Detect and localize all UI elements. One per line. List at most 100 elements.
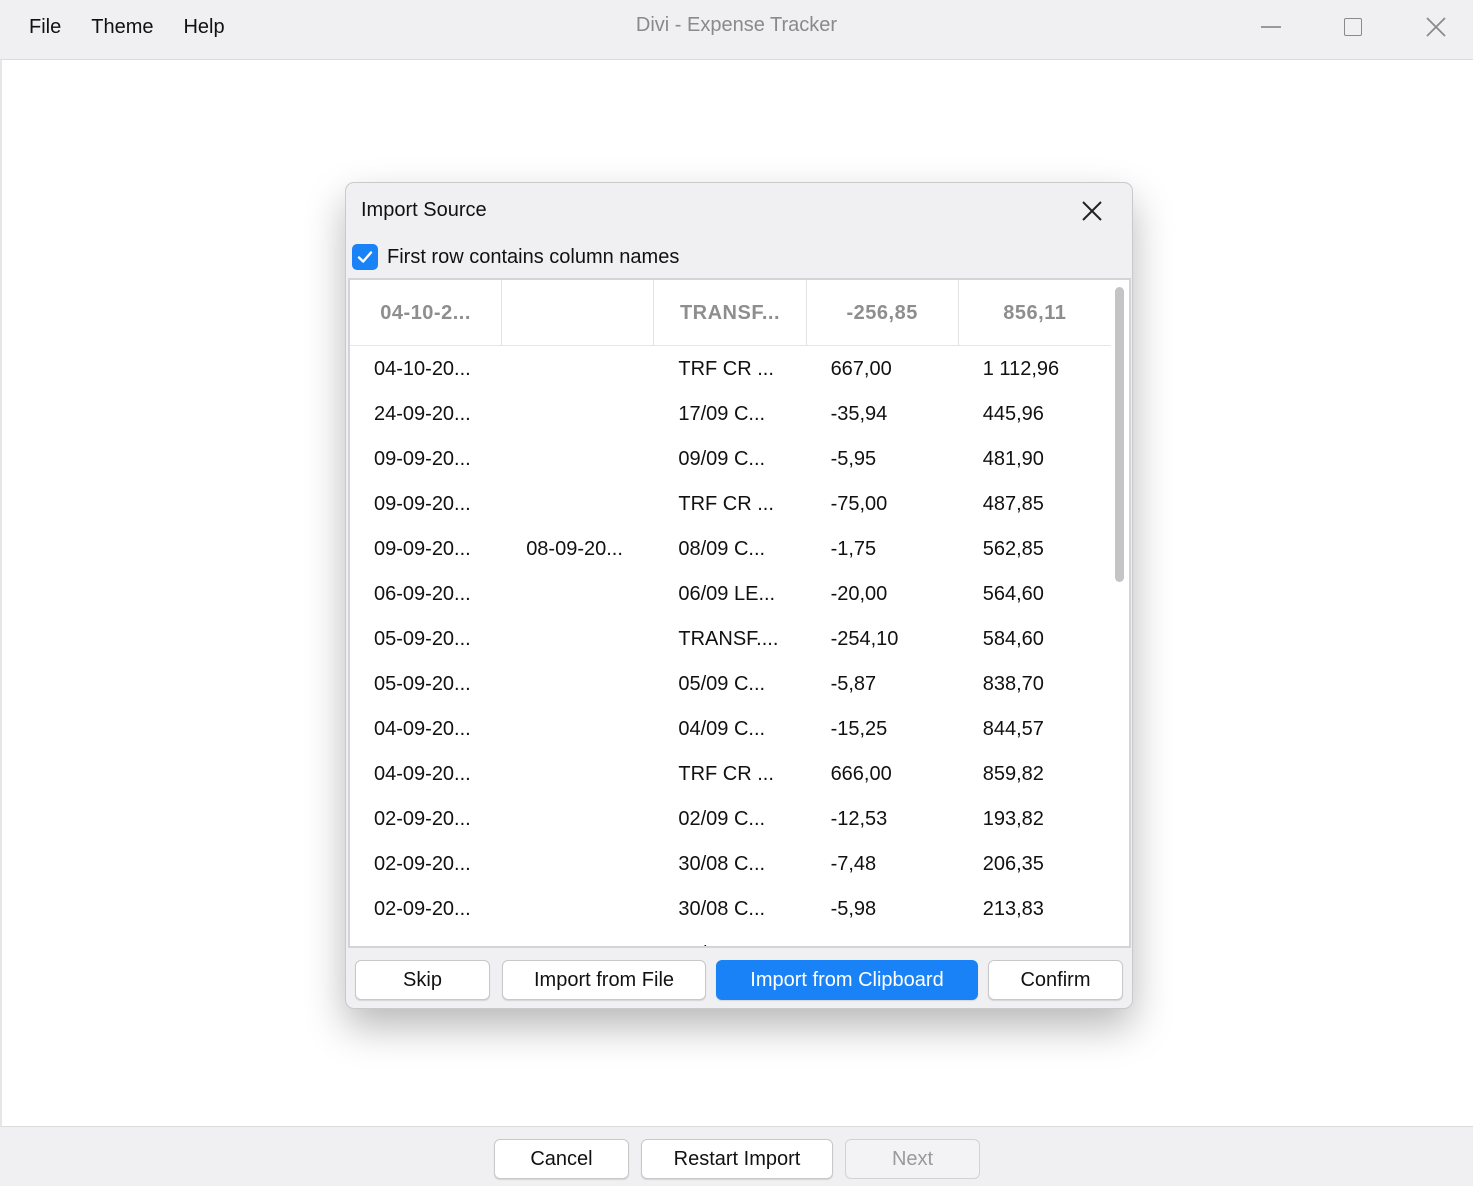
table-row[interactable]: 04-09-20... 04/09 C... -15,25 844,57: [350, 707, 1111, 752]
table-row[interactable]: 04-09-20... TRF CR ... 666,00 859,82: [350, 752, 1111, 797]
table-cell: -35,94: [830, 403, 888, 425]
table-cell: [502, 482, 654, 527]
table-row[interactable]: 02-09-20... 30/08 C... -5,98 213,83: [350, 887, 1111, 932]
menu-theme[interactable]: Theme: [76, 16, 168, 39]
table-cell: -12,53: [830, 808, 888, 830]
maximize-button[interactable]: [1333, 8, 1373, 46]
table-cell: -20,00: [830, 583, 888, 605]
scrollbar-thumb[interactable]: [1115, 287, 1124, 582]
table-cell: 04-10-20...: [374, 358, 471, 380]
table-cell: 05/09 C...: [678, 673, 766, 695]
table-cell: 02-09-20...: [374, 808, 471, 830]
table-body: 04-10-20... TRF CR ... 667,00 1 112,96 24-09…: [350, 347, 1111, 946]
table-cell: 04-09-20...: [374, 718, 471, 740]
table-cell: 666,00: [830, 763, 892, 785]
table-cell: [502, 887, 654, 932]
dialog-title: Import Source: [361, 199, 487, 221]
table-cell: 02-09-20...: [350, 932, 502, 946]
bottom-bar: Cancel Restart Import Next: [0, 1127, 1473, 1186]
table-cell: -1,75: [830, 538, 877, 560]
table-cell: 30/08 C...: [678, 853, 766, 875]
table-cell: 30/08 C...: [654, 932, 806, 946]
column-header[interactable]: TRANSF...: [654, 280, 807, 346]
import-source-dialog: Import Source First row contains column …: [345, 182, 1133, 1009]
table-cell: 584,60: [982, 628, 1044, 650]
minimize-button[interactable]: [1251, 8, 1291, 46]
table-cell: [502, 662, 654, 707]
table-cell: 219,81: [959, 932, 1111, 946]
table-cell: [502, 707, 654, 752]
table-row[interactable]: 09-09-20... 09/09 C... -5,95 481,90: [350, 437, 1111, 482]
cancel-button[interactable]: Cancel: [494, 1139, 629, 1179]
table-row[interactable]: 02-09-20... 02/09 C... -12,53 193,82: [350, 797, 1111, 842]
dialog-close-button[interactable]: [1074, 193, 1110, 229]
app-window: File Theme Help Divi - Expense Tracker I…: [0, 0, 1473, 1186]
table-cell: 09-09-20...: [374, 493, 471, 515]
table-cell: 02/09 C...: [678, 808, 766, 830]
table-cell: TRANSF....: [678, 628, 779, 650]
table-row[interactable]: 09-09-20... 08-09-20... 08/09 C... -1,75 562…: [350, 527, 1111, 572]
table-cell: -15,25: [830, 718, 888, 740]
table-cell: -5,98: [830, 898, 877, 920]
table-cell: 06/09 LE...: [678, 583, 776, 605]
menu-file[interactable]: File: [0, 16, 76, 39]
table-cell: [502, 797, 654, 842]
column-header[interactable]: 04-10-2...: [350, 280, 503, 346]
table-cell: 445,96: [982, 403, 1044, 425]
close-icon: [1082, 201, 1102, 221]
table-cell: 17/09 C...: [678, 403, 766, 425]
table-cell: 859,82: [982, 763, 1044, 785]
confirm-button[interactable]: Confirm: [988, 960, 1123, 1000]
table-cell: -254,10: [830, 628, 899, 650]
table-row[interactable]: 04-10-20... TRF CR ... 667,00 1 112,96: [350, 347, 1111, 392]
column-header[interactable]: 856,11: [959, 280, 1111, 346]
table-cell: 481,90: [982, 448, 1044, 470]
table-cell: 206,35: [982, 853, 1044, 875]
table-cell: 08/09 C...: [678, 538, 766, 560]
table-row[interactable]: 06-09-20... 06/09 LE... -20,00 564,60: [350, 572, 1111, 617]
table-row[interactable]: 05-09-20... 05/09 C... -5,87 838,70: [350, 662, 1111, 707]
table-cell: TRF CR ...: [678, 493, 774, 515]
table-cell: 05-09-20...: [374, 628, 471, 650]
next-button[interactable]: Next: [845, 1139, 980, 1179]
table-cell: -5,87: [830, 673, 877, 695]
first-row-header-option[interactable]: First row contains column names: [352, 243, 679, 271]
table-row[interactable]: 05-09-20... TRANSF.... -254,10 584,60: [350, 617, 1111, 662]
restart-import-button[interactable]: Restart Import: [641, 1139, 833, 1179]
table-cell: 06-09-20...: [374, 583, 471, 605]
close-window-button[interactable]: [1416, 8, 1456, 46]
table-cell: 667,00: [830, 358, 892, 380]
column-header[interactable]: -256,85: [807, 280, 959, 346]
skip-button[interactable]: Skip: [355, 960, 490, 1000]
column-header[interactable]: [502, 280, 655, 346]
table-cell: [502, 842, 654, 887]
menu-bar: File Theme Help: [0, 0, 240, 54]
table-cell: 564,60: [982, 583, 1044, 605]
import-from-clipboard-button[interactable]: Import from Clipboard: [716, 960, 978, 1000]
table-row[interactable]: 09-09-20... TRF CR ... -75,00 487,85: [350, 482, 1111, 527]
table-row[interactable]: 02-09-20... 30/08 C...-6,63219,81: [350, 932, 1111, 946]
table-cell: -75,00: [830, 493, 888, 515]
menu-help[interactable]: Help: [168, 16, 239, 39]
table-row[interactable]: 02-09-20... 30/08 C... -7,48 206,35: [350, 842, 1111, 887]
table-cell: 487,85: [982, 493, 1044, 515]
table-cell: 02-09-20...: [374, 898, 471, 920]
table-cell: 24-09-20...: [374, 403, 471, 425]
table-cell: 09-09-20...: [374, 538, 471, 560]
table-cell: 02-09-20...: [374, 853, 471, 875]
table-cell: 838,70: [982, 673, 1044, 695]
table-cell: [502, 347, 654, 392]
table-cell: 213,83: [982, 898, 1044, 920]
table-cell: -6,63: [807, 932, 959, 946]
minimize-icon: [1261, 26, 1281, 28]
table-cell: 04/09 C...: [678, 718, 766, 740]
table-cell: -5,95: [830, 448, 877, 470]
import-from-file-button[interactable]: Import from File: [502, 960, 706, 1000]
table-cell: 04-09-20...: [374, 763, 471, 785]
table-cell: 844,57: [982, 718, 1044, 740]
title-bar: File Theme Help Divi - Expense Tracker: [0, 0, 1473, 58]
table-row[interactable]: 24-09-20... 17/09 C... -35,94 445,96: [350, 392, 1111, 437]
first-row-checkbox[interactable]: [352, 244, 378, 270]
table-cell: 1 112,96: [982, 358, 1060, 380]
table-header: 04-10-2... TRANSF... -256,85 856,11: [350, 280, 1111, 346]
